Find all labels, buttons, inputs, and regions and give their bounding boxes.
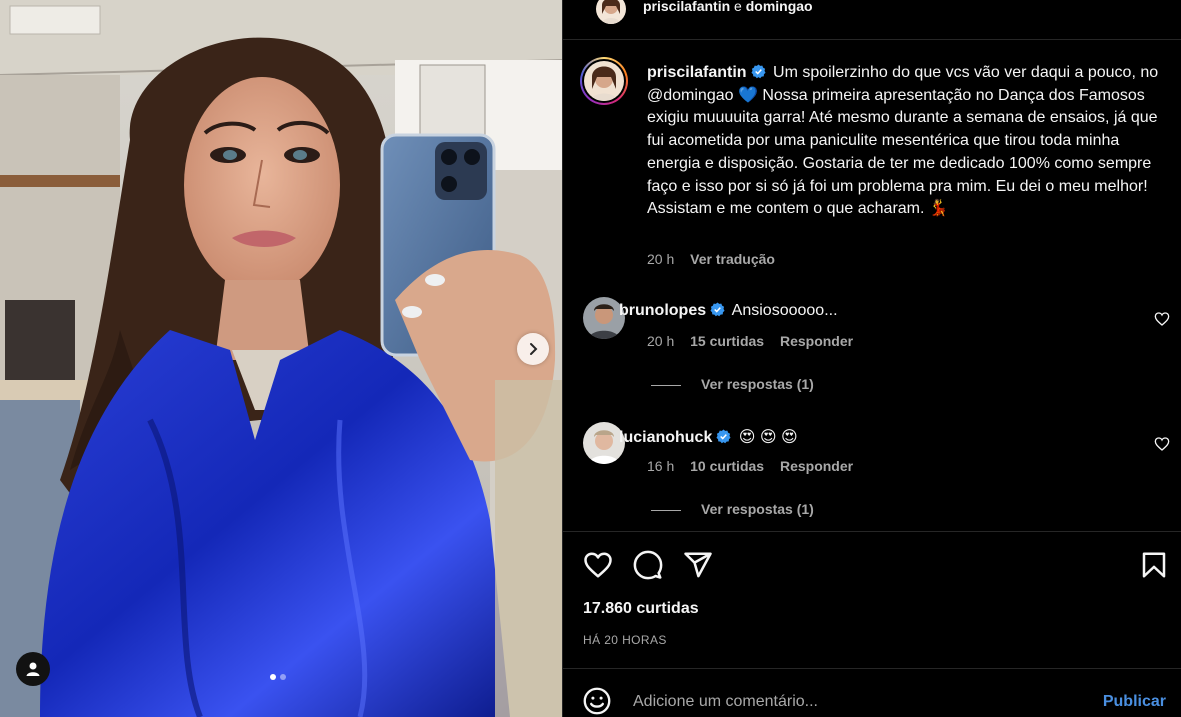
- caption-meta: 20 h Ver tradução: [647, 251, 787, 267]
- comment-text: 😍 😍 😍: [734, 429, 798, 446]
- comment-age: 20 h: [647, 333, 675, 349]
- chevron-right-icon: [530, 343, 538, 355]
- author-name[interactable]: priscilafantin: [643, 0, 730, 14]
- send-icon[interactable]: [683, 550, 713, 580]
- user-tag-icon: [26, 662, 40, 676]
- reply-button[interactable]: Responder: [780, 333, 853, 349]
- carousel-next-button[interactable]: [517, 333, 549, 365]
- caption-age: 20 h: [647, 251, 675, 267]
- verified-badge-icon: [716, 429, 731, 444]
- carousel-indicator: [270, 674, 286, 680]
- post-authors[interactable]: priscilafantin e domingao: [643, 0, 813, 14]
- post-caption: priscilafantin Um spoilerzinho do que vc…: [647, 62, 1167, 221]
- caption-username[interactable]: priscilafantin: [647, 64, 747, 81]
- like-count[interactable]: 17.860 curtidas: [583, 600, 699, 618]
- verified-badge-icon: [751, 64, 766, 79]
- view-replies-button[interactable]: Ver respostas (1): [651, 501, 814, 517]
- comment-meta: 20 h 15 curtidas Responder: [647, 333, 865, 349]
- comment-text: Ansiosooooo...: [728, 302, 838, 319]
- comment-like-icon[interactable]: [1154, 436, 1170, 452]
- replies-divider: [651, 509, 681, 511]
- bookmark-icon[interactable]: [1139, 550, 1169, 580]
- selfie-image: [0, 0, 562, 717]
- tagged-users-button[interactable]: [16, 652, 50, 686]
- comment-likes[interactable]: 15 curtidas: [690, 333, 764, 349]
- post-timestamp[interactable]: HÁ 20 HORAS: [583, 633, 667, 647]
- comment-like-icon[interactable]: [1154, 311, 1170, 327]
- view-replies-label: Ver respostas (1): [701, 501, 814, 517]
- view-replies-button[interactable]: Ver respostas (1): [651, 376, 814, 392]
- comment-input[interactable]: [633, 689, 1073, 715]
- emoji-icon[interactable]: [583, 687, 611, 715]
- comment-composer: Publicar: [563, 668, 1181, 717]
- author-conjunction: e: [734, 0, 742, 14]
- comment-age: 16 h: [647, 458, 675, 474]
- author-avatar[interactable]: [596, 0, 626, 24]
- caption-author-avatar[interactable]: [580, 57, 628, 105]
- comment-username[interactable]: lucianohuck: [619, 429, 712, 446]
- coauthor-name[interactable]: domingao: [746, 0, 813, 14]
- reply-button[interactable]: Responder: [780, 458, 853, 474]
- carousel-dot-active: [270, 674, 276, 680]
- comment-meta: 16 h 10 curtidas Responder: [647, 458, 865, 474]
- post-header: priscilafantin e domingao: [563, 0, 1181, 40]
- replies-divider: [651, 384, 681, 386]
- translate-link[interactable]: Ver tradução: [690, 251, 775, 267]
- post-actions-bar: [563, 531, 1181, 591]
- view-replies-label: Ver respostas (1): [701, 376, 814, 392]
- comment-likes[interactable]: 10 curtidas: [690, 458, 764, 474]
- comment-username[interactable]: brunolopes: [619, 302, 706, 319]
- verified-badge-icon: [710, 302, 725, 317]
- heart-icon[interactable]: [583, 550, 613, 580]
- caption-text: Um spoilerzinho do que vcs vão ver daqui…: [647, 64, 1159, 218]
- post-photo[interactable]: [0, 0, 562, 717]
- carousel-dot: [280, 674, 286, 680]
- comment-icon[interactable]: [633, 550, 663, 580]
- publish-button[interactable]: Publicar: [1103, 693, 1166, 711]
- post-details-panel: priscilafantin e domingao priscilafantin…: [562, 0, 1181, 717]
